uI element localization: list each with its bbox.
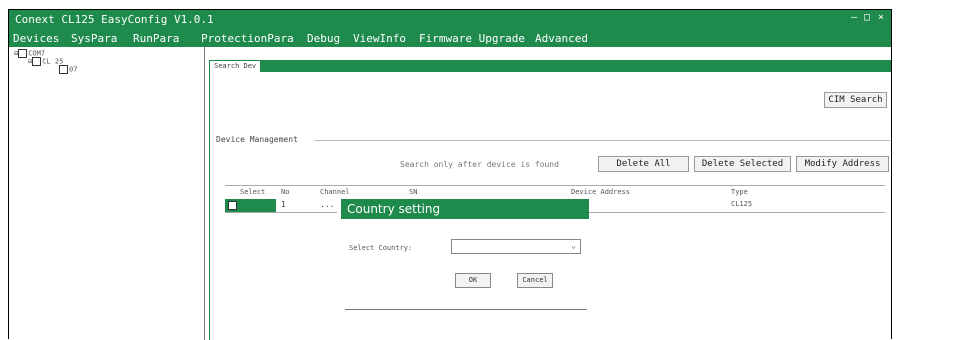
dialog-divider <box>345 309 587 310</box>
minimize-icon[interactable]: – <box>851 12 857 23</box>
device-management-label: Device Management <box>216 135 298 144</box>
title-bar: Conext CL125 EasyConfig V1.0.1 – □ × <box>9 10 891 29</box>
tree-checkbox[interactable] <box>32 57 42 66</box>
tree-node-child[interactable]: ⊟ CL 25 <box>28 57 63 66</box>
cim-search-button[interactable]: CIM Search <box>824 92 887 108</box>
ok-button[interactable]: OK <box>455 273 491 288</box>
menu-debug[interactable]: Debug <box>307 32 340 45</box>
tree-node-label: 07 <box>69 65 78 74</box>
tree-node-leaf[interactable]: 07 <box>59 65 77 74</box>
select-cell[interactable] <box>225 199 276 212</box>
row-no: 1 <box>281 200 286 209</box>
column-header-no: No <box>281 188 290 196</box>
maximize-icon[interactable]: □ <box>864 12 870 23</box>
delete-selected-button[interactable]: Delete Selected <box>694 156 791 172</box>
row-type: CL125 <box>731 200 753 208</box>
tab-strip: Search Dev <box>209 60 891 72</box>
country-setting-dialog: Country setting Select Country: ⌄ OK Can… <box>337 199 589 311</box>
chevron-down-icon: ⌄ <box>571 241 576 250</box>
tree-checkbox[interactable] <box>18 49 28 58</box>
row-checkbox[interactable] <box>228 201 237 210</box>
row-channel: ... <box>320 200 335 209</box>
column-header-type: Type <box>731 188 748 196</box>
menu-bar: Devices SysPara RunPara ProtectionPara D… <box>9 29 891 47</box>
menu-firmware-upgrade[interactable]: Firmware Upgrade <box>419 32 525 45</box>
modify-address-button[interactable]: Modify Address <box>796 156 889 172</box>
menu-syspara[interactable]: SysPara <box>71 32 117 45</box>
menu-advanced[interactable]: Advanced <box>535 32 588 45</box>
main-panel: Search Dev CIM Search Device Management … <box>209 47 891 340</box>
tree-checkbox[interactable] <box>59 65 68 74</box>
menu-devices[interactable]: Devices <box>13 32 59 45</box>
dialog-title: Country setting <box>341 199 589 219</box>
group-divider <box>314 140 890 141</box>
app-window: Conext CL125 EasyConfig V1.0.1 – □ × Dev… <box>8 9 892 340</box>
cancel-button[interactable]: Cancel <box>517 273 553 288</box>
menu-protectionpara[interactable]: ProtectionPara <box>201 32 294 45</box>
tab-search-dev[interactable]: Search Dev <box>210 61 261 72</box>
search-hint: Search only after device is found <box>400 160 559 169</box>
column-header-select: Select <box>240 188 266 196</box>
select-country-label: Select Country: <box>349 244 413 252</box>
delete-all-button[interactable]: Delete All <box>598 156 689 172</box>
menu-runpara[interactable]: RunPara <box>133 32 179 45</box>
window-title: Conext CL125 EasyConfig V1.0.1 <box>15 13 214 26</box>
close-icon[interactable]: × <box>878 12 884 23</box>
column-header-channel: Channel <box>320 188 350 196</box>
table-header: Select No Channel SN Device Address Type <box>225 185 885 200</box>
menu-viewinfo[interactable]: ViewInfo <box>353 32 406 45</box>
column-header-device-address: Device Address <box>571 188 631 196</box>
country-select[interactable]: ⌄ <box>451 239 581 254</box>
column-header-sn: SN <box>409 188 418 196</box>
device-tree: ⊟ COM7 ⊟ CL 25 07 <box>9 47 205 340</box>
